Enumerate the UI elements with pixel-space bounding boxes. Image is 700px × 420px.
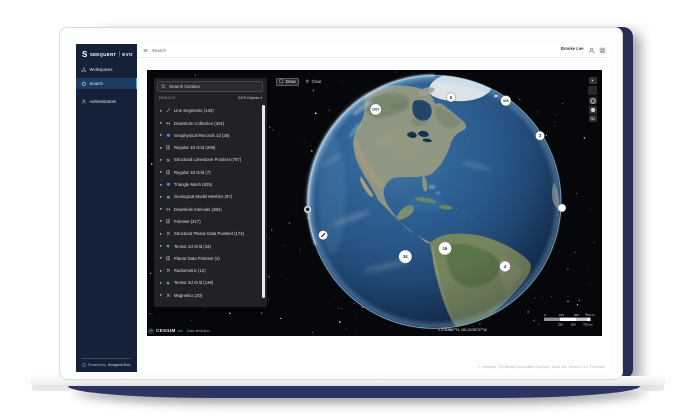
svg-text:750 km: 750 km (583, 322, 593, 326)
svg-text:34: 34 (403, 254, 408, 259)
svg-text:250: 250 (558, 322, 563, 326)
svg-text:1027: 1027 (372, 107, 380, 111)
svg-text:335: 335 (503, 98, 509, 102)
svg-text:0: 0 (544, 313, 546, 317)
svg-text:300: 300 (574, 313, 579, 317)
svg-text:16: 16 (443, 245, 448, 250)
svg-text:500: 500 (571, 322, 576, 326)
svg-text:150: 150 (559, 313, 564, 317)
svg-text:470 mi: 470 mi (586, 313, 595, 317)
